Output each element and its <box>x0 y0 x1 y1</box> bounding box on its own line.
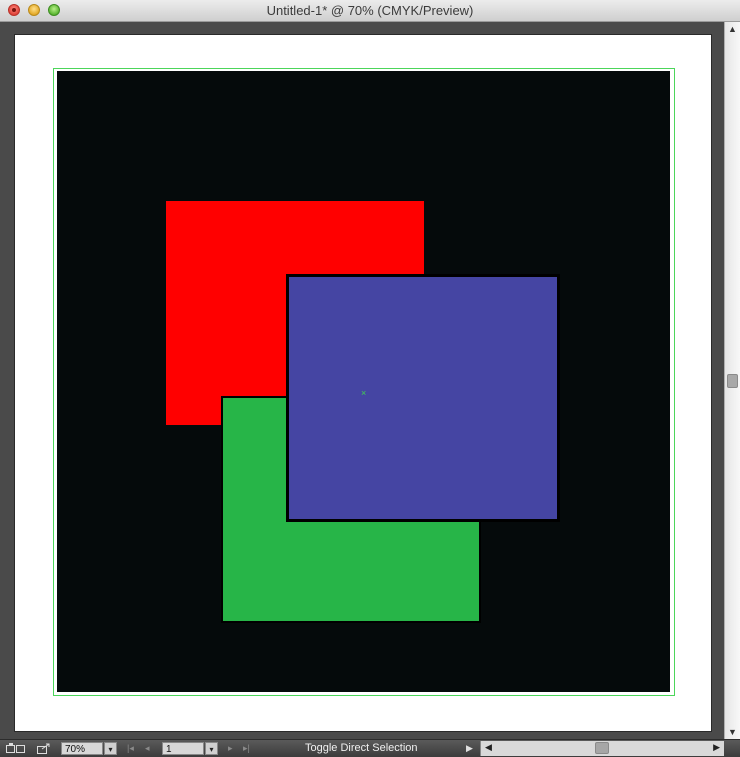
zoom-level-field[interactable]: 70% <box>61 742 103 755</box>
status-menu-arrow-icon[interactable]: ▶ <box>466 742 473 755</box>
scroll-up-icon[interactable]: ▲ <box>728 24 737 34</box>
scroll-down-icon[interactable]: ▼ <box>728 727 737 737</box>
artboard-dropdown-icon[interactable]: ▾ <box>205 742 218 755</box>
zoom-dropdown-icon[interactable]: ▾ <box>104 742 117 755</box>
share-icon[interactable] <box>37 743 51 754</box>
vertical-scrollbar[interactable]: ▲ ▼ <box>724 22 740 739</box>
last-artboard-icon[interactable]: ▸| <box>243 742 250 755</box>
previous-artboard-icon[interactable]: ◂ <box>145 742 150 755</box>
next-artboard-icon[interactable]: ▸ <box>228 742 233 755</box>
artboard-navigator-icon[interactable] <box>6 743 26 754</box>
title-bar: Untitled-1* @ 70% (CMYK/Preview) <box>0 0 740 22</box>
horizontal-scroll-thumb[interactable] <box>595 742 609 754</box>
blue-square-selected[interactable] <box>286 274 560 522</box>
document-canvas[interactable]: × <box>0 22 724 739</box>
vertical-scroll-thumb[interactable] <box>727 374 738 388</box>
artboard[interactable]: × <box>14 34 712 732</box>
status-text[interactable]: Toggle Direct Selection <box>305 742 418 755</box>
artboard-number-field[interactable]: 1 <box>162 742 204 755</box>
scroll-left-icon[interactable]: ◀ <box>485 742 492 753</box>
center-point-marker: × <box>361 388 367 398</box>
first-artboard-icon[interactable]: |◂ <box>127 742 134 755</box>
horizontal-scrollbar[interactable]: ◀ ▶ <box>480 741 724 756</box>
window-title: Untitled-1* @ 70% (CMYK/Preview) <box>266 3 474 18</box>
status-bar: 70% ▾ |◂ ◂ 1 ▾ ▸ ▸| Toggle Direct Select… <box>0 739 740 757</box>
scroll-right-icon[interactable]: ▶ <box>713 742 720 753</box>
